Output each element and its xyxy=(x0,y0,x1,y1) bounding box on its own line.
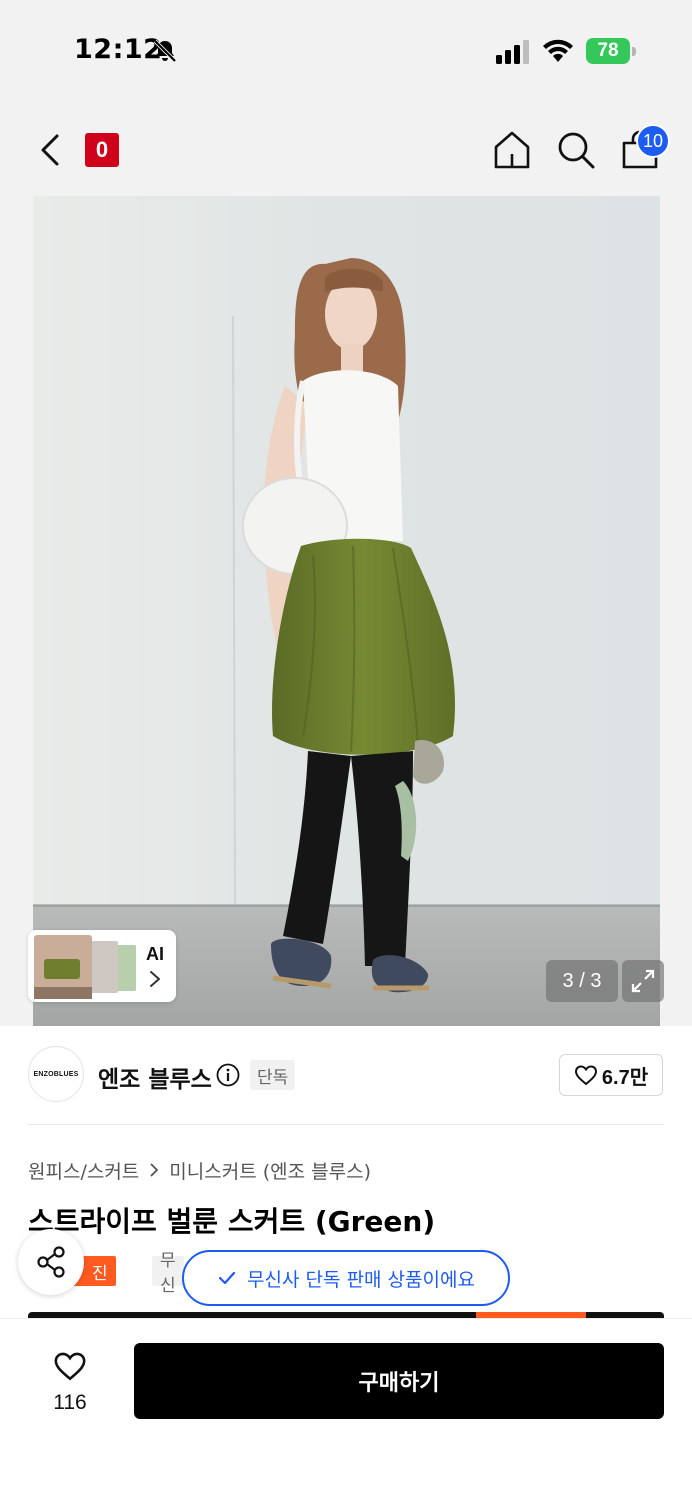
image-counter: 3 / 3 xyxy=(546,960,618,1002)
expand-icon xyxy=(631,969,655,993)
heart-icon xyxy=(574,1065,597,1086)
brand-like-count: 6.7만 xyxy=(601,1066,649,1089)
top-nav: 0 xyxy=(0,100,692,196)
tag-musin: 무신 xyxy=(152,1251,184,1296)
brand-avatar[interactable]: ENZOBLUES xyxy=(28,1046,84,1102)
chevron-right-icon xyxy=(150,1163,159,1177)
battery-level: 78 xyxy=(597,40,619,61)
product-title: 스트라이프 벌룬 스커트 (Green) xyxy=(28,1205,436,1238)
breadcrumb-subcategory[interactable]: 미니스커트 (엔조 블루스) xyxy=(169,1157,371,1184)
wifi-icon xyxy=(543,39,573,62)
bell-off-icon xyxy=(153,39,177,63)
breadcrumb-category[interactable]: 원피스/스커트 xyxy=(28,1157,139,1184)
product-like-count: 116 xyxy=(53,1391,87,1414)
status-bar: 12:12 78 xyxy=(0,0,692,100)
info-icon[interactable] xyxy=(216,1063,240,1087)
tag-mujinjang: 무진장 xyxy=(84,1239,116,1309)
battery-indicator: 78 xyxy=(586,38,636,64)
share-button[interactable] xyxy=(18,1229,84,1295)
check-icon xyxy=(218,1271,236,1285)
toast-message: 무신사 단독 판매 상품이에요 xyxy=(247,1268,475,1291)
ai-styling-card[interactable]: AI xyxy=(28,930,176,1002)
share-icon xyxy=(37,1246,65,1278)
cellular-signal-icon xyxy=(496,40,529,64)
chevron-left-icon xyxy=(41,134,59,166)
product-like-button[interactable]: 116 xyxy=(40,1349,100,1419)
bottom-action-bar: 116 구매하기 xyxy=(0,1318,692,1500)
expand-button[interactable] xyxy=(622,960,664,1002)
ai-thumbnail-stack xyxy=(34,935,136,999)
brand-like-button[interactable]: 6.7만 xyxy=(559,1054,663,1096)
divider xyxy=(28,1124,664,1125)
product-photo-illustration xyxy=(33,196,660,1026)
cart-count-badge: 10 xyxy=(636,124,670,158)
battery-icon: 78 xyxy=(586,38,630,64)
chevron-right-icon xyxy=(150,971,160,987)
exclusive-toast: 무신사 단독 판매 상품이에요 xyxy=(182,1250,510,1306)
exclusive-badge: 단독 xyxy=(250,1060,296,1090)
brand-name[interactable]: 엔조 블루스 xyxy=(98,1060,212,1094)
status-time: 12:12 xyxy=(74,34,163,65)
product-gallery[interactable] xyxy=(0,196,692,1026)
home-icon[interactable] xyxy=(490,128,534,172)
heart-icon xyxy=(54,1352,86,1381)
musinsa-logo[interactable]: 0 xyxy=(85,133,119,167)
product-photo[interactable] xyxy=(33,196,660,1026)
search-icon[interactable] xyxy=(554,128,598,172)
back-button[interactable] xyxy=(30,130,70,170)
ai-label: AI xyxy=(146,944,164,964)
breadcrumb: 원피스/스커트 미니스커트 (엔조 블루스) xyxy=(28,1156,371,1184)
buy-button[interactable]: 구매하기 xyxy=(134,1343,664,1419)
brand-row: ENZOBLUES 엔조 블루스 단독 6.7만 xyxy=(28,1046,664,1106)
